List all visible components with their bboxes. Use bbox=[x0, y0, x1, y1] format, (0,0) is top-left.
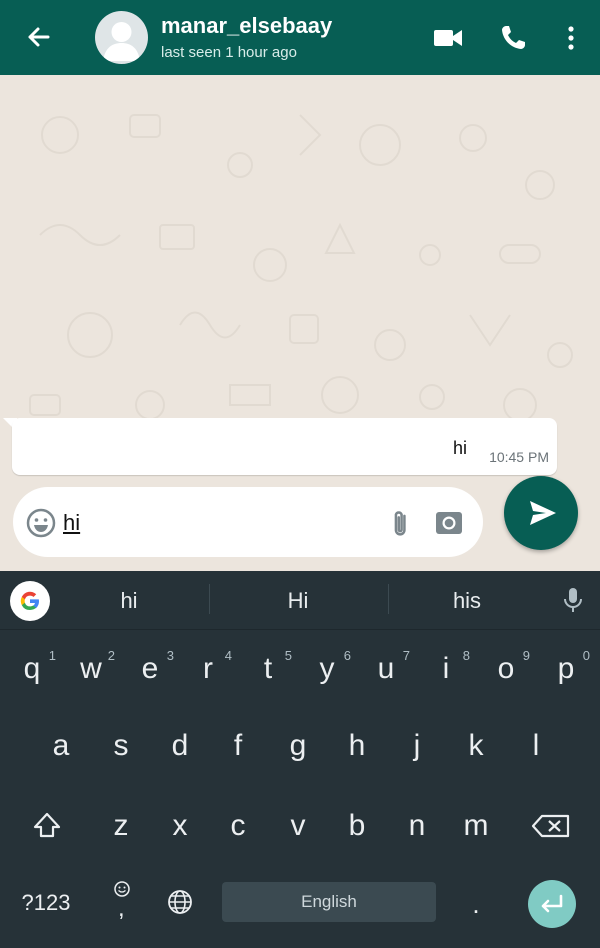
key-t[interactable]: t5 bbox=[240, 639, 296, 699]
key-p[interactable]: p0 bbox=[538, 639, 594, 699]
keyboard: hi Hi his q1w2e3r4t5y6u7i8o9p0 asdfghjkl… bbox=[0, 571, 600, 948]
message-text: hi bbox=[452, 438, 467, 458]
space-key[interactable]: English bbox=[222, 882, 436, 922]
key-number-hint: 5 bbox=[284, 648, 292, 663]
suggestion-bar: hi Hi his bbox=[0, 571, 600, 630]
avatar[interactable] bbox=[95, 11, 148, 64]
backspace-icon[interactable] bbox=[524, 796, 580, 856]
key-number-hint: 7 bbox=[402, 648, 410, 663]
key-a[interactable]: a bbox=[33, 716, 89, 776]
key-g[interactable]: g bbox=[270, 716, 326, 776]
key-o[interactable]: o9 bbox=[478, 639, 534, 699]
video-call-icon[interactable] bbox=[431, 22, 465, 54]
attach-icon[interactable] bbox=[387, 507, 419, 539]
key-label: o bbox=[497, 652, 515, 685]
emoji-icon[interactable] bbox=[25, 507, 57, 539]
key-r[interactable]: r4 bbox=[180, 639, 236, 699]
globe-icon[interactable] bbox=[166, 888, 194, 916]
suggestion-1[interactable]: hi bbox=[44, 588, 214, 614]
phone-icon[interactable] bbox=[497, 22, 531, 54]
key-h[interactable]: h bbox=[329, 716, 385, 776]
key-k[interactable]: k bbox=[448, 716, 504, 776]
enter-icon bbox=[541, 894, 563, 913]
key-q[interactable]: q1 bbox=[4, 639, 60, 699]
period-key[interactable]: . bbox=[462, 889, 490, 920]
comma-label: , bbox=[118, 895, 125, 922]
key-number-hint: 3 bbox=[166, 648, 174, 663]
key-n[interactable]: n bbox=[389, 796, 445, 856]
back-arrow-icon[interactable] bbox=[18, 20, 58, 56]
message-input[interactable]: hi bbox=[63, 510, 80, 536]
key-number-hint: 2 bbox=[107, 648, 115, 663]
emoji-comma-key[interactable]: , bbox=[104, 875, 140, 922]
suggestion-divider bbox=[209, 584, 210, 614]
key-j[interactable]: j bbox=[389, 716, 445, 776]
camera-icon[interactable] bbox=[433, 507, 465, 539]
key-number-hint: 0 bbox=[582, 648, 590, 663]
message-bubble[interactable]: hi 10:45 PM bbox=[12, 418, 557, 475]
key-l[interactable]: l bbox=[508, 716, 564, 776]
key-v[interactable]: v bbox=[270, 796, 326, 856]
contact-name[interactable]: manar_elsebaay bbox=[161, 13, 332, 39]
key-number-hint: 6 bbox=[343, 648, 351, 663]
key-c[interactable]: c bbox=[210, 796, 266, 856]
key-label: u bbox=[377, 652, 395, 685]
key-i[interactable]: i8 bbox=[418, 639, 474, 699]
last-seen-status: last seen 1 hour ago bbox=[161, 44, 297, 61]
key-d[interactable]: d bbox=[152, 716, 208, 776]
key-label: r bbox=[203, 652, 213, 685]
symbols-key[interactable]: ?123 bbox=[14, 890, 78, 916]
mic-icon[interactable] bbox=[561, 585, 585, 615]
key-b[interactable]: b bbox=[329, 796, 385, 856]
suggestion-2[interactable]: Hi bbox=[213, 588, 383, 614]
key-e[interactable]: e3 bbox=[122, 639, 178, 699]
key-x[interactable]: x bbox=[152, 796, 208, 856]
key-w[interactable]: w2 bbox=[63, 639, 119, 699]
message-time: 10:45 PM bbox=[489, 449, 549, 465]
key-number-hint: 9 bbox=[522, 648, 530, 663]
key-m[interactable]: m bbox=[448, 796, 504, 856]
send-icon bbox=[530, 501, 556, 525]
key-f[interactable]: f bbox=[210, 716, 266, 776]
key-u[interactable]: u7 bbox=[358, 639, 414, 699]
key-y[interactable]: y6 bbox=[299, 639, 355, 699]
key-label: i bbox=[442, 652, 450, 685]
key-label: w bbox=[80, 652, 102, 685]
key-s[interactable]: s bbox=[93, 716, 149, 776]
key-z[interactable]: z bbox=[93, 796, 149, 856]
suggestion-3[interactable]: his bbox=[382, 588, 552, 614]
key-label: t bbox=[263, 652, 273, 685]
key-label: y bbox=[319, 652, 335, 685]
chat-header: manar_elsebaay last seen 1 hour ago bbox=[0, 0, 600, 75]
key-label: p bbox=[557, 652, 575, 685]
key-label: e bbox=[141, 652, 159, 685]
key-number-hint: 8 bbox=[462, 648, 470, 663]
shift-icon[interactable] bbox=[19, 796, 75, 856]
key-number-hint: 4 bbox=[224, 648, 232, 663]
key-label: q bbox=[23, 652, 41, 685]
more-vert-icon[interactable] bbox=[554, 22, 588, 54]
enter-key[interactable] bbox=[528, 880, 576, 928]
key-number-hint: 1 bbox=[48, 648, 56, 663]
send-button[interactable] bbox=[504, 476, 578, 550]
message-composer: hi bbox=[13, 487, 483, 557]
